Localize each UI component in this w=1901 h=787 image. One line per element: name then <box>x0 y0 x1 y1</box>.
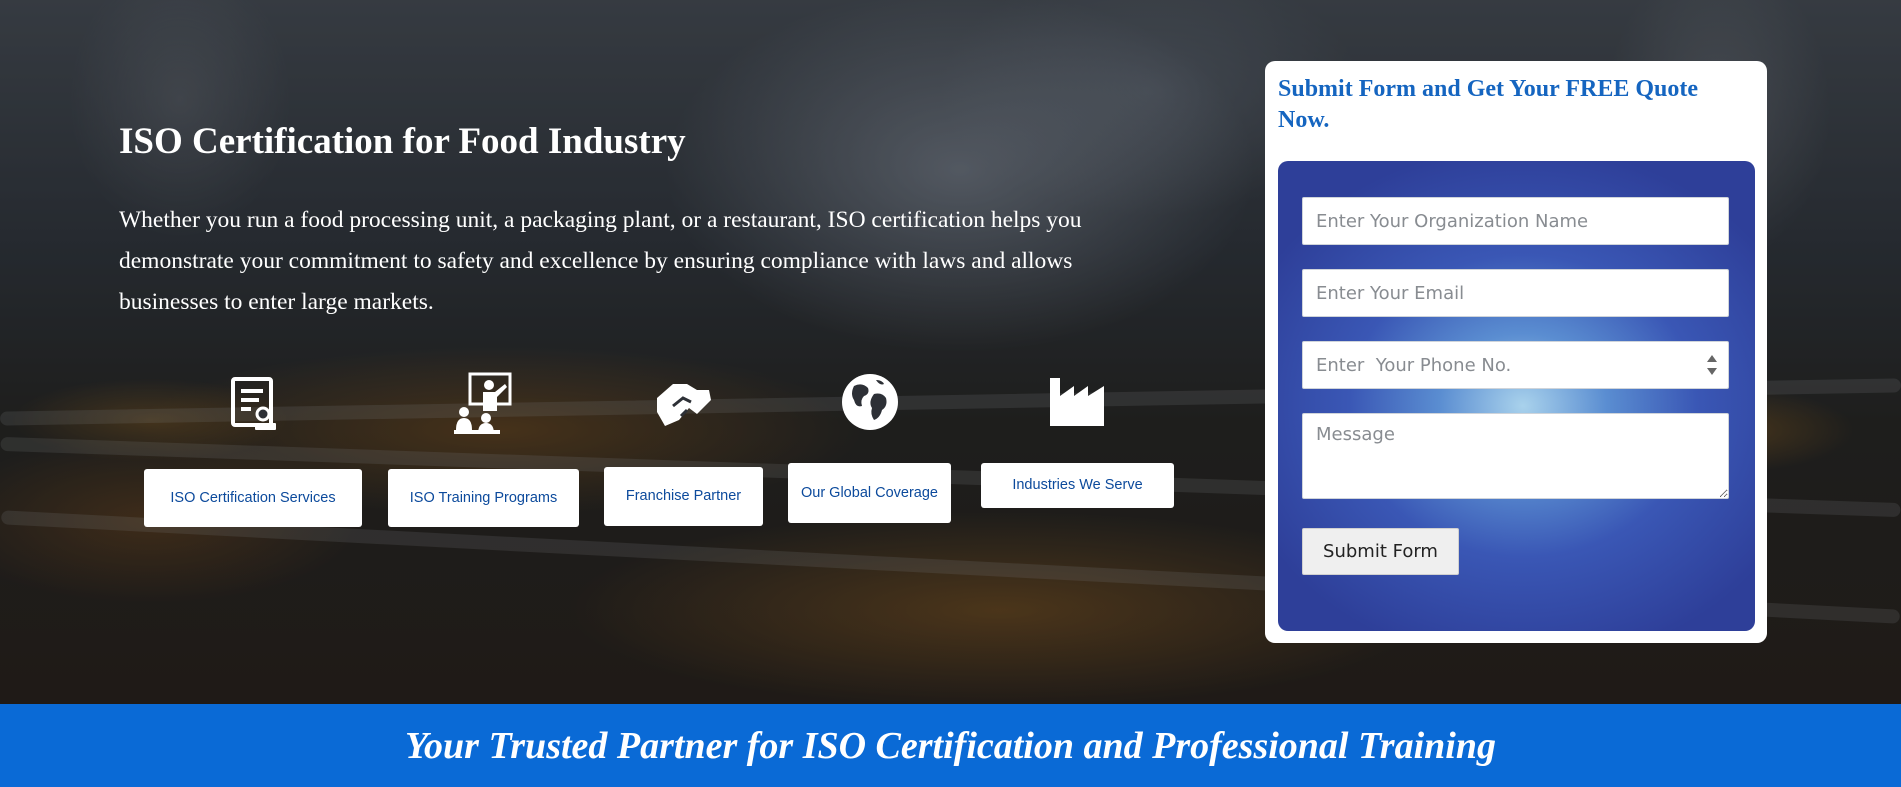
tagline-banner: Your Trusted Partner for ISO Certificati… <box>0 704 1901 787</box>
service-button-label: Franchise Partner <box>625 488 742 504</box>
service-button-franchise-partner[interactable]: Franchise Partner <box>604 467 763 526</box>
service-button-label: ISO Certification Services <box>170 489 336 506</box>
page-title: ISO Certification for Food Industry <box>119 121 686 162</box>
hero-description: Whether you run a food processing unit, … <box>119 207 1082 315</box>
factory-icon <box>1050 378 1104 426</box>
trainer-classroom-icon <box>454 372 512 434</box>
banner-tagline: Your Trusted Partner for ISO Certificati… <box>405 724 1496 767</box>
service-button-label: Industries We Serve <box>1012 477 1143 493</box>
phone-input[interactable] <box>1302 341 1729 389</box>
email-input[interactable] <box>1302 269 1729 317</box>
handshake-icon <box>657 384 711 426</box>
form-heading: Submit Form and Get Your FREE Quote Now. <box>1278 76 1699 133</box>
service-button-industries[interactable]: Industries We Serve <box>981 463 1174 508</box>
service-button-label: ISO Training Programs <box>409 489 558 506</box>
number-stepper-icon[interactable] <box>1705 351 1719 379</box>
service-button-iso-certification[interactable]: ISO Certification Services <box>144 469 362 527</box>
service-button-label: Our Global Coverage <box>800 484 938 501</box>
message-textarea[interactable] <box>1302 413 1729 499</box>
organization-name-input[interactable] <box>1302 197 1729 245</box>
quote-form: Submit Form <box>1278 161 1755 631</box>
certificate-icon <box>231 377 276 430</box>
service-button-global-coverage[interactable]: Our Global Coverage <box>788 463 951 523</box>
globe-icon <box>842 374 898 430</box>
submit-form-button[interactable]: Submit Form <box>1302 528 1459 575</box>
service-button-iso-training[interactable]: ISO Training Programs <box>388 469 579 527</box>
quote-form-card: Submit Form and Get Your FREE Quote Now.… <box>1265 61 1767 643</box>
phone-field-wrapper <box>1302 341 1729 389</box>
